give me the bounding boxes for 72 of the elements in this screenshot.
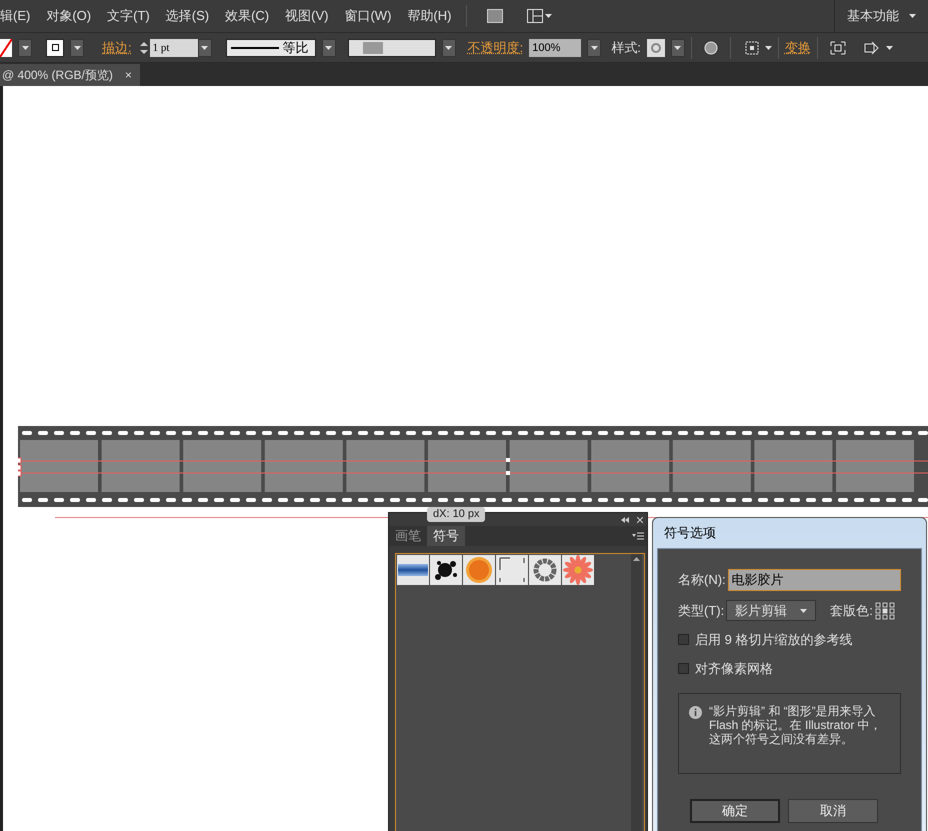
menu-item[interactable]: 效果(C)	[225, 6, 270, 26]
opacity-field[interactable]: 100%	[529, 38, 582, 56]
scrollbar[interactable]	[631, 554, 642, 831]
caret-icon	[545, 14, 552, 18]
caret-icon	[909, 14, 916, 18]
gradient-bar-symbol[interactable]	[397, 555, 429, 585]
checkbox[interactable]	[678, 634, 689, 646]
caret-icon	[445, 46, 452, 50]
name-field[interactable]: 电影胶片	[728, 569, 901, 591]
caret-icon	[764, 46, 772, 50]
dialog-button[interactable]: 取消	[788, 799, 878, 823]
no-fill-swatch-icon[interactable]	[0, 38, 12, 56]
measurement-tooltip: dX: 10 px	[427, 507, 486, 522]
dropdown-button[interactable]	[70, 38, 84, 56]
type-label: 类型(T):	[678, 602, 724, 620]
caret-icon	[674, 46, 682, 50]
workspace-switcher[interactable]: 基本功能	[847, 6, 899, 26]
opacity-label[interactable]: 不透明度:	[468, 38, 524, 58]
transform-link[interactable]: 变换	[784, 38, 811, 58]
menu-item[interactable]: 文字(T)	[107, 6, 150, 26]
dropdown-button[interactable]	[442, 38, 456, 56]
panel-tab[interactable]: 符号	[427, 526, 465, 546]
caret-icon	[325, 46, 332, 50]
ring-symbol[interactable]	[529, 555, 561, 585]
caret-icon	[800, 608, 808, 612]
dropdown-button[interactable]	[18, 38, 32, 56]
style-swatch-icon[interactable]	[646, 38, 665, 56]
align-icon[interactable]	[744, 40, 759, 54]
name-label: 名称(N):	[678, 571, 726, 590]
registration-label: 套版色:	[830, 602, 873, 620]
dropdown-button[interactable]	[322, 38, 336, 56]
dialog-button[interactable]: 确定	[690, 799, 780, 823]
menu-item[interactable]: 窗口(W)	[344, 6, 392, 26]
scroll-up-icon[interactable]	[633, 557, 640, 561]
stroke-weight-field[interactable]: 1 pt	[150, 38, 198, 56]
style-label: 样式:	[611, 38, 641, 57]
info-text: “影片剪辑” 和 “图形”是用来导入 Flash 的标记。在 Illustrator 中，这两个符号之间没有差异。	[709, 704, 883, 748]
dialog-title: 符号选项	[663, 524, 717, 542]
checkbox-label: 启用 9 格切片缩放的参考线	[695, 631, 852, 649]
stroke-profile-dropdown[interactable]: 等比	[226, 38, 316, 56]
brush-dropdown[interactable]	[348, 38, 436, 56]
caret-icon	[590, 46, 598, 50]
caret-icon	[22, 46, 28, 50]
isolate-icon[interactable]	[830, 40, 846, 54]
dropdown-button[interactable]	[198, 38, 212, 56]
menu-item[interactable]: 选择(S)	[166, 6, 210, 26]
mask-icon[interactable]	[864, 40, 880, 54]
dropdown-button[interactable]	[587, 38, 602, 56]
panel-menu-icon[interactable]	[632, 532, 644, 540]
crop-marks-symbol[interactable]	[496, 555, 528, 585]
menu-item[interactable]: 视图(V)	[285, 6, 328, 26]
info-icon	[689, 706, 702, 719]
dropdown-button[interactable]	[670, 38, 685, 56]
stroke-swatch-icon[interactable]	[46, 38, 64, 56]
close-tab-button[interactable]: ×	[124, 66, 132, 84]
close-icon[interactable]	[637, 516, 643, 522]
menu-item[interactable]: 辑(E)	[0, 6, 30, 26]
document-tab[interactable]: @ 400% (RGB/预览) ×	[0, 64, 140, 86]
caret-icon	[886, 46, 893, 50]
layout-icon[interactable]	[527, 9, 544, 23]
panel-tab[interactable]: 画笔	[389, 526, 427, 546]
menu-item[interactable]: 帮助(H)	[407, 6, 452, 26]
registration-grid-icon[interactable]	[874, 602, 895, 620]
ink-splash-symbol[interactable]	[430, 555, 462, 585]
checkbox-label: 对齐像素网格	[695, 660, 773, 678]
caret-icon	[201, 46, 208, 50]
stroke-label[interactable]: 描边:	[102, 38, 132, 58]
type-dropdown[interactable]: 影片剪辑	[726, 600, 816, 621]
caret-icon	[74, 46, 80, 50]
checkbox[interactable]	[678, 662, 689, 674]
menu-item[interactable]: 对象(O)	[46, 6, 92, 26]
document-title: @ 400% (RGB/预览)	[2, 67, 113, 84]
